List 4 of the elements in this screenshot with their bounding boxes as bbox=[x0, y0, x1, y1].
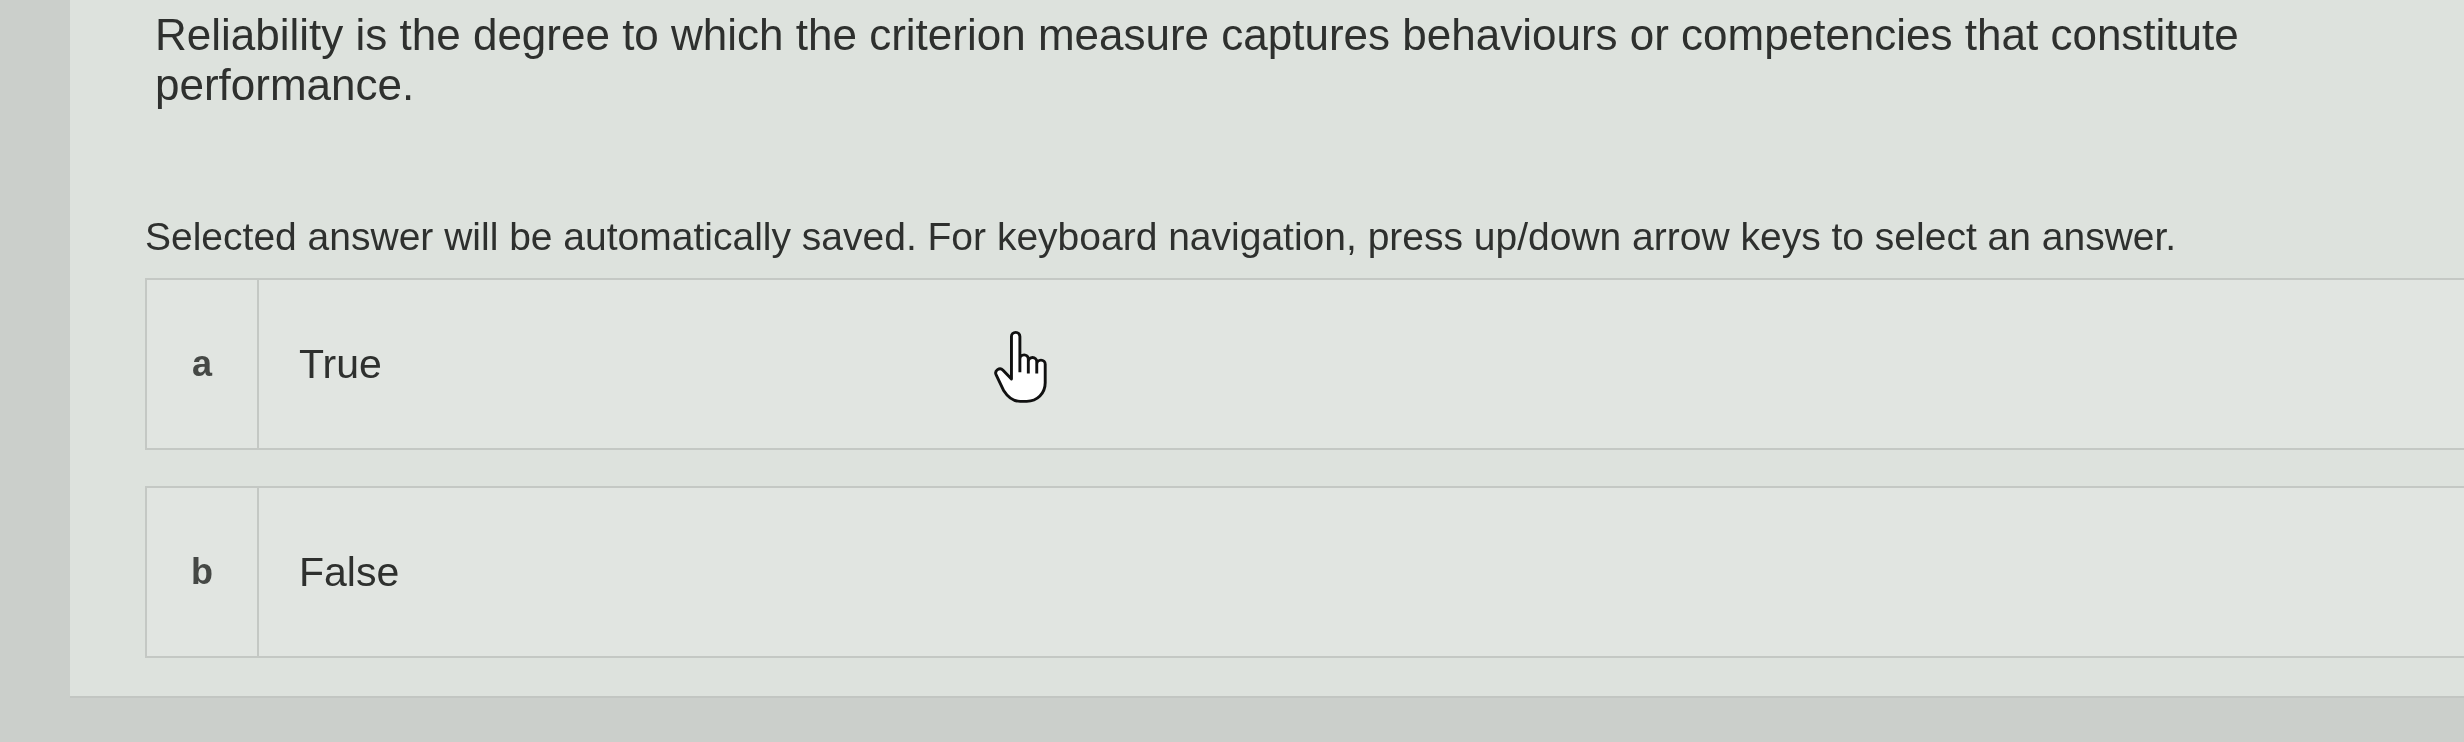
question-text: Reliability is the degree to which the criterion measure captures behaviours or competencies that constitute performance. bbox=[155, 10, 2240, 110]
answer-option[interactable]: a True bbox=[145, 278, 2464, 450]
instructions-text: Selected answer will be automatically saved. For keyboard navigation, press up/down arrow keys to select an answer. bbox=[145, 214, 2177, 260]
answer-option[interactable]: b False bbox=[145, 486, 2464, 658]
